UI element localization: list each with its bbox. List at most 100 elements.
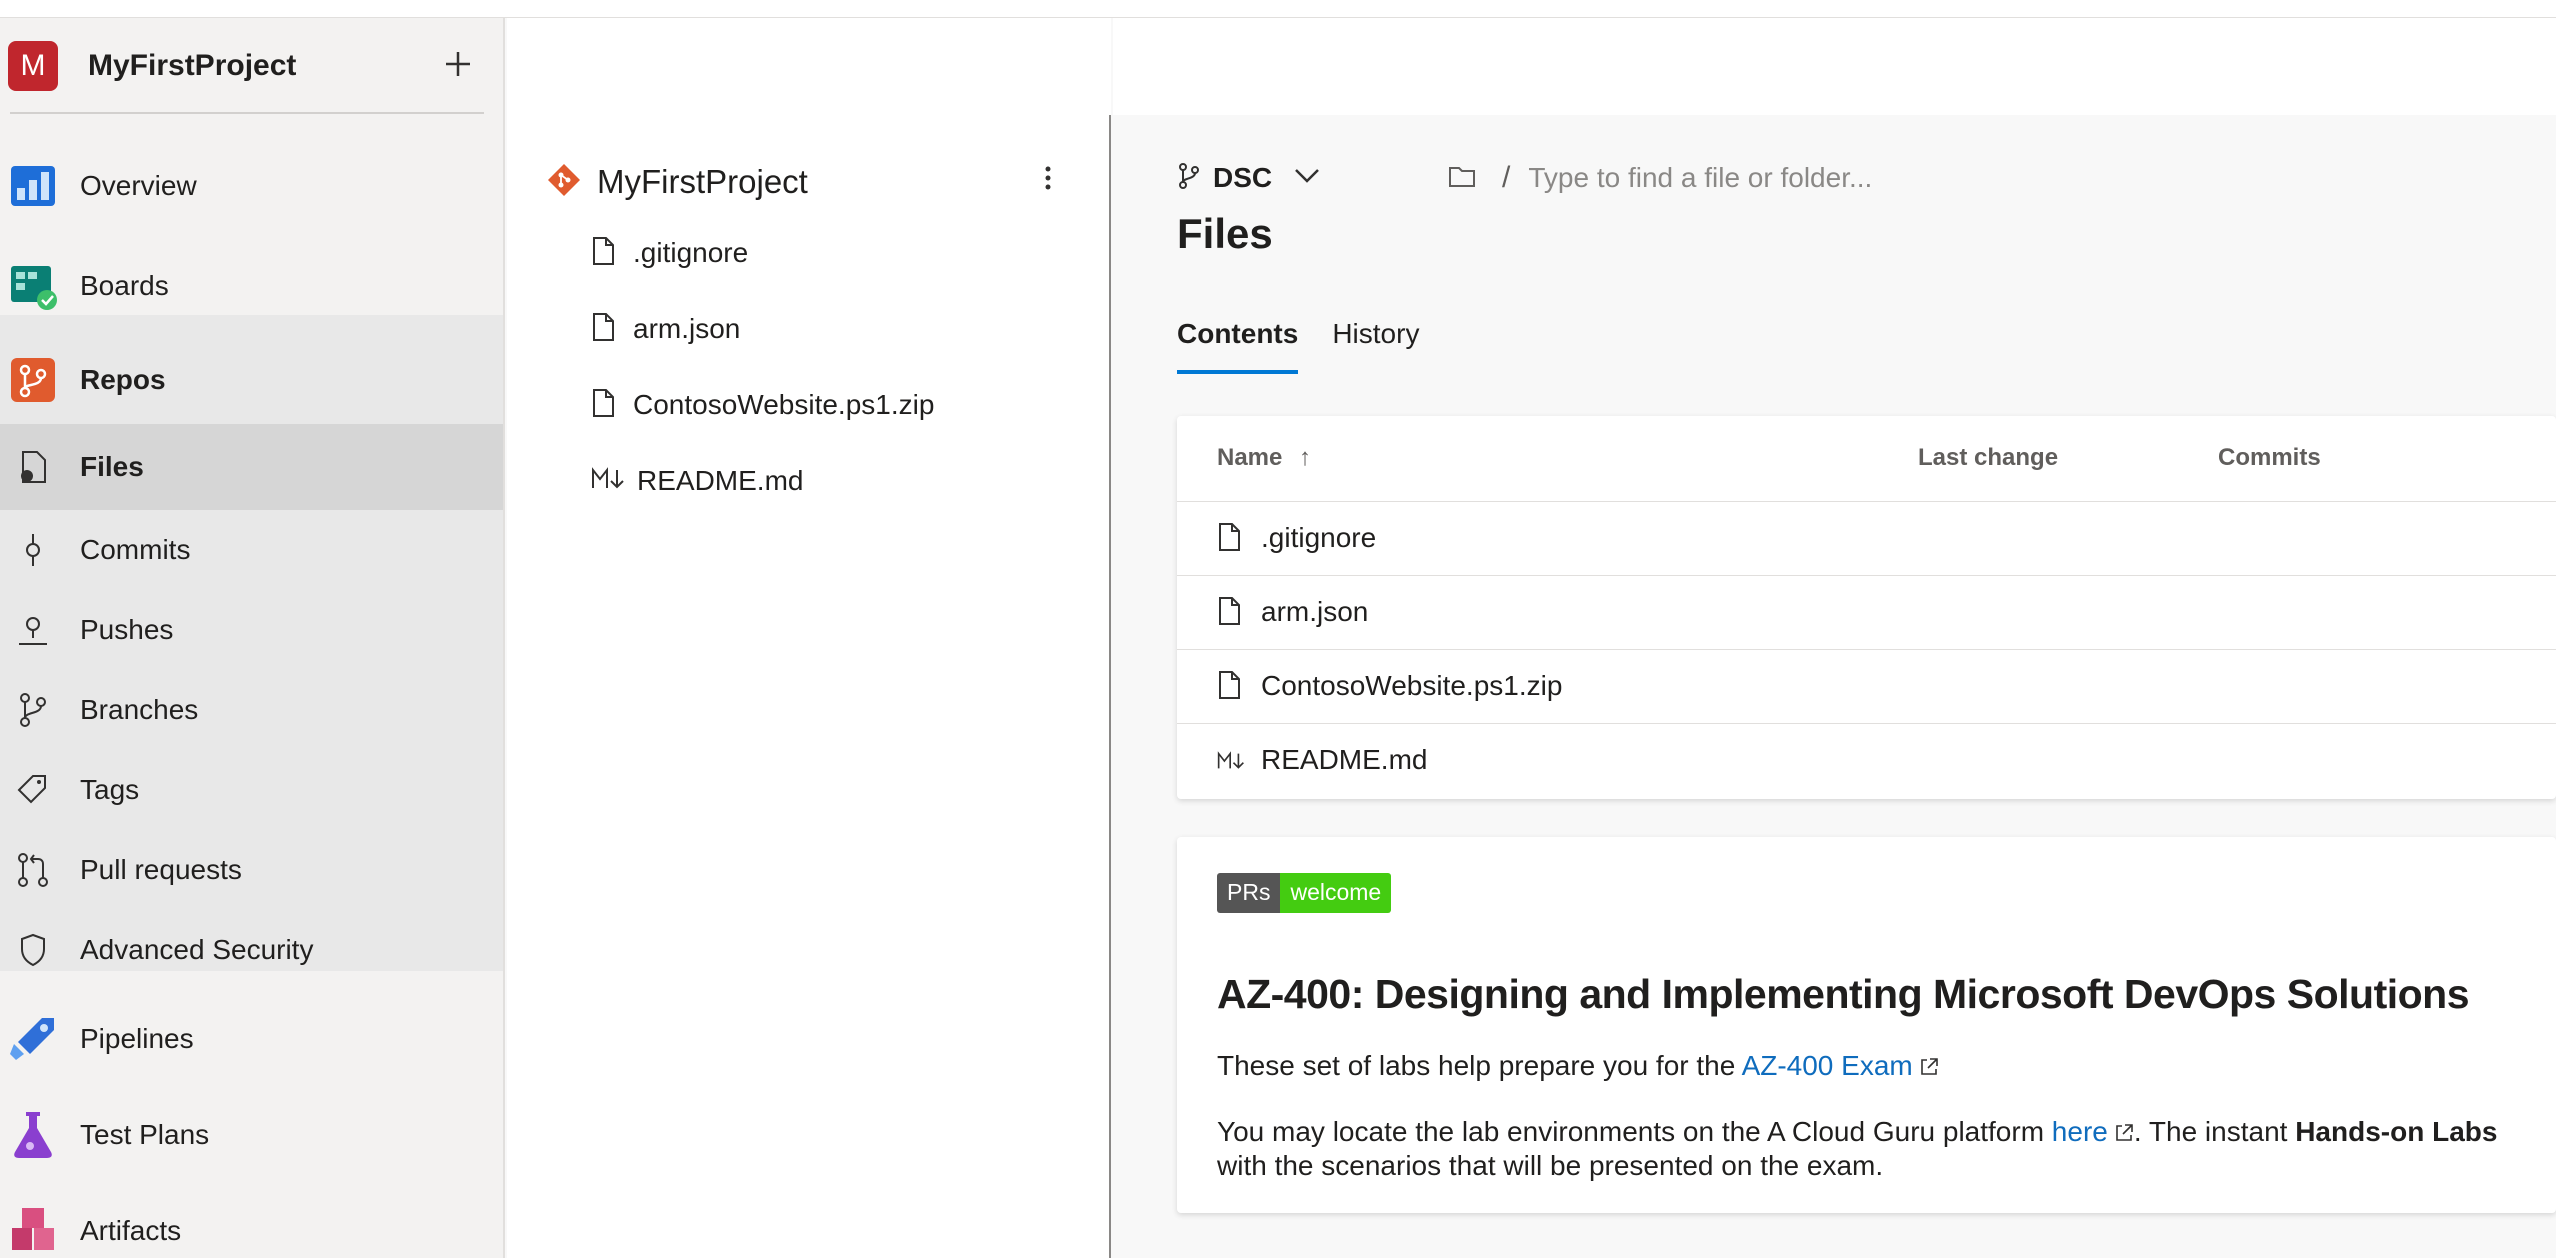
nav-repos[interactable]: Repos bbox=[0, 336, 503, 424]
nav-label: Commits bbox=[80, 534, 191, 565]
table-row[interactable]: arm.json bbox=[1177, 576, 2556, 650]
branch-name: DSC bbox=[1213, 162, 1273, 193]
file-icon bbox=[1217, 670, 1241, 705]
nav-label: Branches bbox=[80, 694, 199, 725]
sort-ascending-icon: ↑ bbox=[1299, 444, 1312, 471]
file-name[interactable]: .gitignore bbox=[1261, 522, 1376, 554]
path-finder: / bbox=[1448, 140, 2129, 216]
tag-icon bbox=[8, 765, 58, 815]
file-icon bbox=[591, 388, 615, 423]
nav-label: Pull requests bbox=[80, 854, 242, 885]
boards-icon bbox=[8, 261, 58, 311]
file-icon bbox=[591, 236, 615, 271]
push-icon bbox=[8, 605, 58, 655]
more-options-icon[interactable] bbox=[1033, 148, 1063, 208]
prs-welcome-badge: PRs welcome bbox=[1217, 873, 1392, 913]
left-navigation: M MyFirstProject Overview Boards Repos F… bbox=[0, 18, 505, 1258]
repos-icon bbox=[8, 355, 58, 405]
file-name[interactable]: arm.json bbox=[1261, 596, 1368, 628]
nav-test-plans[interactable]: Test Plans bbox=[0, 1087, 503, 1183]
tree-item[interactable]: README.md bbox=[591, 451, 803, 511]
nav-commits[interactable]: Commits bbox=[0, 510, 503, 590]
badge-right: welcome bbox=[1280, 873, 1392, 913]
project-name[interactable]: MyFirstProject bbox=[88, 49, 296, 83]
add-icon[interactable] bbox=[440, 46, 476, 82]
here-link[interactable]: here bbox=[2052, 1116, 2108, 1147]
overview-icon bbox=[8, 161, 58, 211]
pull-request-icon bbox=[8, 845, 58, 895]
commit-icon bbox=[8, 525, 58, 575]
markdown-icon bbox=[591, 466, 625, 497]
nav-artifacts[interactable]: Artifacts bbox=[0, 1183, 503, 1258]
column-header-last-change[interactable]: Last change bbox=[1918, 444, 2058, 472]
az400-exam-link[interactable]: AZ-400 Exam bbox=[1742, 1050, 1913, 1081]
path-search-input[interactable] bbox=[1528, 162, 2129, 194]
nav-label: Overview bbox=[80, 170, 197, 201]
table-row[interactable]: .gitignore bbox=[1177, 502, 2556, 576]
header-spacer bbox=[507, 18, 1111, 115]
table-row[interactable]: README.md bbox=[1177, 724, 2556, 798]
file-icon bbox=[591, 312, 615, 347]
table-row[interactable]: ContosoWebsite.ps1.zip bbox=[1177, 650, 2556, 724]
readme-paragraph: with the scenarios that will be presente… bbox=[1217, 1149, 1883, 1183]
readme-preview: PRs welcome AZ-400: Designing and Implem… bbox=[1177, 837, 2556, 1213]
project-avatar[interactable]: M bbox=[8, 41, 58, 91]
chevron-down-icon bbox=[1294, 168, 1320, 189]
table-header: Name ↑ Last change Commits bbox=[1177, 416, 2556, 502]
nav-files[interactable]: Files bbox=[0, 424, 503, 510]
column-header-name[interactable]: Name ↑ bbox=[1217, 444, 1311, 472]
nav-label: Repos bbox=[80, 364, 166, 395]
artifacts-icon bbox=[8, 1206, 58, 1256]
tab-bar: Contents History bbox=[1177, 318, 1453, 374]
tree-item[interactable]: arm.json bbox=[591, 299, 740, 359]
file-tree-panel: MyFirstProject .gitignore arm.json Conto… bbox=[507, 18, 1111, 1258]
markdown-icon bbox=[1217, 750, 1245, 777]
folder-icon[interactable] bbox=[1448, 164, 1476, 193]
nav-pipelines[interactable]: Pipelines bbox=[0, 991, 503, 1087]
nav-tags[interactable]: Tags bbox=[0, 750, 503, 830]
path-separator: / bbox=[1502, 161, 1511, 194]
nav-branches[interactable]: Branches bbox=[0, 670, 503, 750]
repo-name: MyFirstProject bbox=[597, 163, 808, 200]
shield-icon bbox=[8, 925, 58, 975]
nav-overview[interactable]: Overview bbox=[0, 136, 503, 236]
column-label: Name bbox=[1217, 444, 1283, 471]
tab-contents[interactable]: Contents bbox=[1177, 318, 1299, 374]
nav-pushes[interactable]: Pushes bbox=[0, 590, 503, 670]
main-content: DSC / Files Contents History Name ↑ Last… bbox=[1113, 18, 2556, 1258]
tree-item-label: arm.json bbox=[633, 313, 741, 344]
file-name[interactable]: README.md bbox=[1261, 744, 1427, 776]
external-link-icon bbox=[1919, 1051, 1939, 1085]
nav-label: Test Plans bbox=[80, 1119, 210, 1150]
external-link-icon bbox=[2114, 1117, 2134, 1151]
nav-label: Advanced Security bbox=[80, 934, 314, 965]
nav-pull-requests[interactable]: Pull requests bbox=[0, 830, 503, 910]
tree-item[interactable]: ContosoWebsite.ps1.zip bbox=[591, 375, 934, 435]
tree-item-label: README.md bbox=[637, 465, 804, 496]
git-icon bbox=[547, 163, 581, 202]
repo-selector[interactable]: MyFirstProject bbox=[547, 142, 808, 222]
project-header: M MyFirstProject bbox=[0, 18, 503, 114]
nav-label: Pipelines bbox=[80, 1023, 194, 1054]
tab-history[interactable]: History bbox=[1332, 318, 1419, 374]
branch-selector[interactable]: DSC bbox=[1177, 140, 1320, 216]
tree-item-label: .gitignore bbox=[633, 237, 749, 268]
test-plans-icon bbox=[8, 1110, 58, 1160]
nav-label: Files bbox=[80, 451, 144, 482]
bold-text: Hands-on Labs bbox=[2295, 1116, 2498, 1147]
column-header-commits[interactable]: Commits bbox=[2218, 444, 2321, 472]
files-icon bbox=[8, 442, 58, 492]
badge-left: PRs bbox=[1217, 873, 1281, 913]
nav-label: Boards bbox=[80, 270, 169, 301]
nav-advanced-security[interactable]: Advanced Security bbox=[0, 910, 503, 990]
file-icon bbox=[1217, 596, 1241, 631]
paragraph-text: with the scenarios that will be presente… bbox=[1217, 1150, 1884, 1181]
readme-heading: AZ-400: Designing and Implementing Micro… bbox=[1217, 971, 2470, 1017]
paragraph-text: . The instant bbox=[2133, 1116, 2296, 1147]
readme-paragraph: These set of labs help prepare you for t… bbox=[1217, 1049, 1939, 1085]
nav-label: Artifacts bbox=[80, 1215, 182, 1246]
nav-label: Pushes bbox=[80, 614, 174, 645]
file-name[interactable]: ContosoWebsite.ps1.zip bbox=[1261, 670, 1562, 702]
tree-item[interactable]: .gitignore bbox=[591, 223, 748, 283]
nav-label: Tags bbox=[80, 774, 140, 805]
